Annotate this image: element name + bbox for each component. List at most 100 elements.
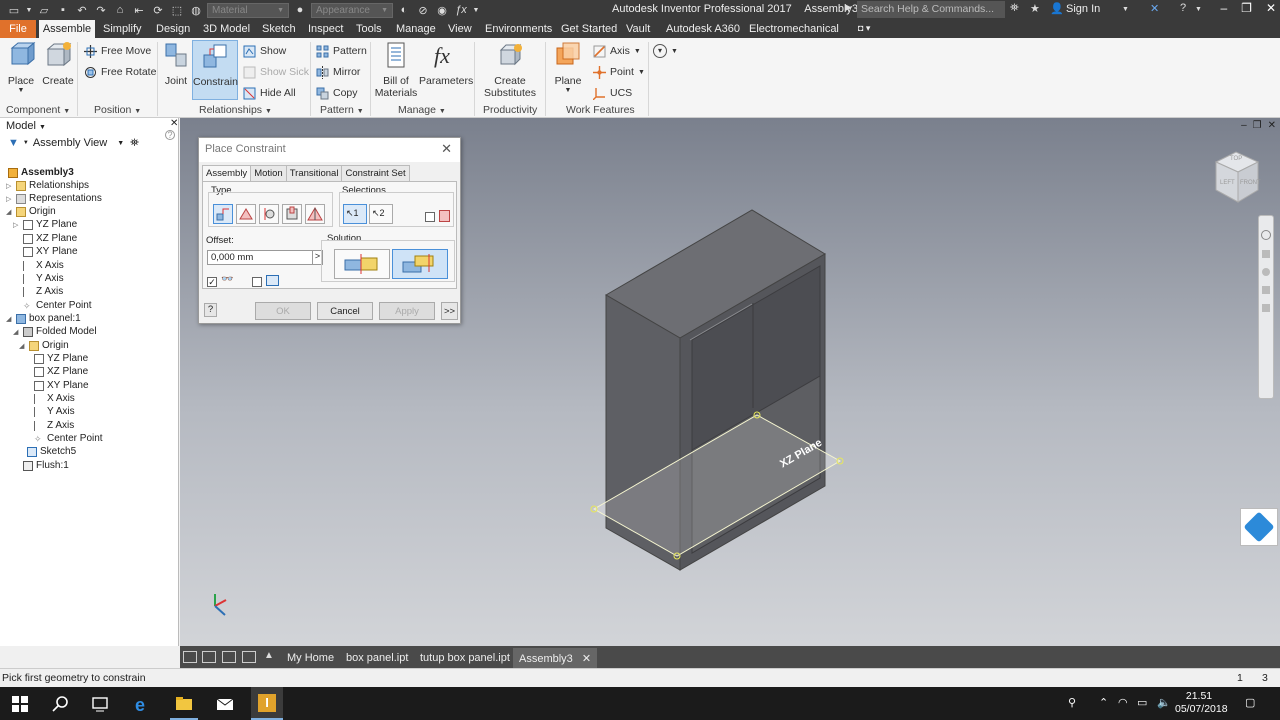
tree-item-y-axis-2[interactable]: Y Axis (34, 405, 75, 418)
collapse-icon[interactable]: ◢ (6, 208, 13, 216)
expand-icon[interactable]: ▷ (6, 195, 13, 203)
sign-in-link[interactable]: Sign In (1066, 3, 1100, 15)
windows-start-icon[interactable] (10, 694, 30, 714)
close-icon[interactable]: ✕ (441, 141, 452, 157)
selection-2-button[interactable]: ↖2 (369, 204, 393, 224)
tree-item-relationships[interactable]: ▷ Relationships (6, 179, 89, 192)
group-pattern[interactable]: Pattern ▼ (320, 104, 364, 116)
new-file-icon[interactable]: ▭ (6, 2, 22, 18)
show-hidden-icons-icon[interactable]: ⌃ (1099, 696, 1108, 709)
tree-item-yz-plane-2[interactable]: YZ Plane (34, 352, 88, 365)
material-select[interactable]: Material ▼ (207, 2, 289, 18)
tab-design[interactable]: Design (156, 22, 190, 38)
tree-item-center-point-2[interactable]: ✧ Center Point (34, 432, 103, 445)
system-clock[interactable]: 21.51 05/07/2018 (1175, 690, 1228, 716)
hide-all-button[interactable]: Hide All (243, 84, 296, 102)
redo-icon[interactable]: ↷ (93, 2, 109, 18)
inventor-taskbar-button[interactable]: I (251, 687, 283, 720)
people-icon[interactable]: ⚲ (1068, 696, 1076, 709)
battery-icon[interactable]: ▭ (1137, 696, 1147, 709)
tab-environments[interactable]: Environments (485, 22, 552, 38)
tab-file[interactable]: File (0, 20, 36, 38)
close-icon[interactable]: ✕ (1266, 1, 1276, 15)
tree-item-x-axis-2[interactable]: X Axis (34, 392, 75, 405)
tree-item-x-axis[interactable]: X Axis (23, 259, 64, 272)
browser-header[interactable]: Model ▼ ✕ ? (0, 118, 178, 140)
copy-button[interactable]: Copy (316, 84, 358, 102)
update-icon[interactable]: ⟳ (150, 2, 166, 18)
maximize-icon[interactable]: ❐ (1241, 1, 1252, 15)
tree-item-center-point[interactable]: ✧ Center Point (23, 299, 92, 312)
angle-constraint-button[interactable] (236, 204, 256, 224)
task-view-icon[interactable] (90, 694, 110, 714)
minimize-icon[interactable]: – (1220, 1, 1227, 15)
tree-item-sketch5[interactable]: Sketch5 (27, 445, 76, 458)
group-relationships[interactable]: Relationships ▼ (199, 104, 272, 116)
tree-item-origin[interactable]: ◢ Origin (6, 205, 56, 218)
expand-icon[interactable]: ▷ (13, 221, 20, 229)
appearance-select[interactable]: Appearance ▼ (311, 2, 393, 18)
exchange-icon[interactable]: ✕ (1150, 2, 1159, 15)
tree-item-xy-plane-2[interactable]: XY Plane (34, 379, 89, 392)
file-explorer-icon[interactable] (174, 694, 194, 714)
edge-browser-icon[interactable]: e (133, 694, 153, 714)
tree-item-folded-model[interactable]: ◢ Folded Model (13, 325, 97, 338)
undo-icon[interactable]: ↶ (74, 2, 90, 18)
action-center-icon[interactable]: ▢ (1245, 696, 1255, 709)
place-button[interactable]: Place ▼ (4, 40, 38, 94)
steering-wheel-icon[interactable] (1261, 230, 1271, 240)
tab-sketch[interactable]: Sketch (262, 22, 296, 38)
mail-icon[interactable] (215, 694, 235, 714)
filter-icon[interactable]: ▼ (8, 137, 19, 149)
insert-constraint-button[interactable] (282, 204, 302, 224)
tree-item-z-axis-2[interactable]: Z Axis (34, 419, 74, 432)
tab-vault[interactable]: Vault (626, 22, 650, 38)
free-move-button[interactable]: Free Move (84, 42, 151, 60)
open-folder-icon[interactable]: ▱ (36, 2, 52, 18)
look-at-icon[interactable] (1262, 304, 1270, 312)
plane-button[interactable]: Plane ▼ (551, 40, 585, 94)
tab-simplify[interactable]: Simplify (103, 22, 142, 38)
tab-3d-model[interactable]: 3D Model (203, 22, 250, 38)
mirror-button[interactable]: Mirror (316, 63, 360, 81)
close-icon[interactable]: ✕ (170, 118, 178, 129)
predict-offset-checkbox[interactable] (252, 277, 262, 287)
tab-motion[interactable]: Motion (250, 165, 287, 181)
tile-icon[interactable] (202, 651, 216, 663)
fx-icon[interactable]: ƒx (453, 2, 469, 18)
offset-input[interactable]: 0,000 mm (207, 250, 313, 265)
star-icon[interactable]: ★ (1030, 2, 1040, 15)
cascade-icon[interactable] (183, 651, 197, 663)
pick-part-first-checkbox[interactable] (425, 212, 435, 222)
tab-electromechanical[interactable]: Electromechanical (749, 22, 839, 38)
group-position[interactable]: Position ▼ (94, 104, 141, 116)
select-icon[interactable]: ⬚ (169, 2, 185, 18)
binoculars-icon[interactable]: ⛯ (130, 137, 139, 150)
tab-constraint-set[interactable]: Constraint Set (341, 165, 410, 181)
up-arrow-icon[interactable]: ▲ (264, 650, 274, 661)
show-sick-button[interactable]: Show Sick (243, 63, 309, 81)
bill-of-materials-button[interactable]: Bill of Materials (374, 40, 418, 99)
pan-icon[interactable] (1262, 250, 1270, 258)
joint-button[interactable]: Joint (161, 40, 191, 87)
help-icon[interactable]: ? (165, 130, 175, 140)
dialog-title-bar[interactable]: Place Constraint ✕ (199, 138, 460, 162)
expand-icon[interactable]: ▷ (6, 182, 13, 190)
tab-transitional[interactable]: Transitional (285, 165, 343, 181)
adjust-icon[interactable]: ◐ (396, 2, 412, 18)
flush-solution-button[interactable] (392, 249, 448, 279)
tab-manage[interactable]: Manage (396, 22, 436, 38)
show-preview-checkbox[interactable]: ✓ (207, 277, 217, 287)
customize-icon[interactable]: ▼ (472, 2, 480, 18)
ucs-button[interactable]: UCS (593, 84, 632, 102)
sphere-icon[interactable]: ◍ (188, 2, 204, 18)
symmetry-constraint-button[interactable] (305, 204, 325, 224)
search-icon[interactable] (51, 694, 71, 714)
binoculars-icon[interactable]: ⛯ (1010, 2, 1019, 15)
ribbon-options-button[interactable]: ▾ ▼ (653, 42, 678, 60)
help-button[interactable]: ? (204, 303, 217, 317)
tile-horizontal-icon[interactable] (222, 651, 236, 663)
help-icon[interactable]: ? (1180, 2, 1186, 14)
tree-item-origin-2[interactable]: ◢ Origin (19, 339, 69, 352)
tile-vertical-icon[interactable] (242, 651, 256, 663)
